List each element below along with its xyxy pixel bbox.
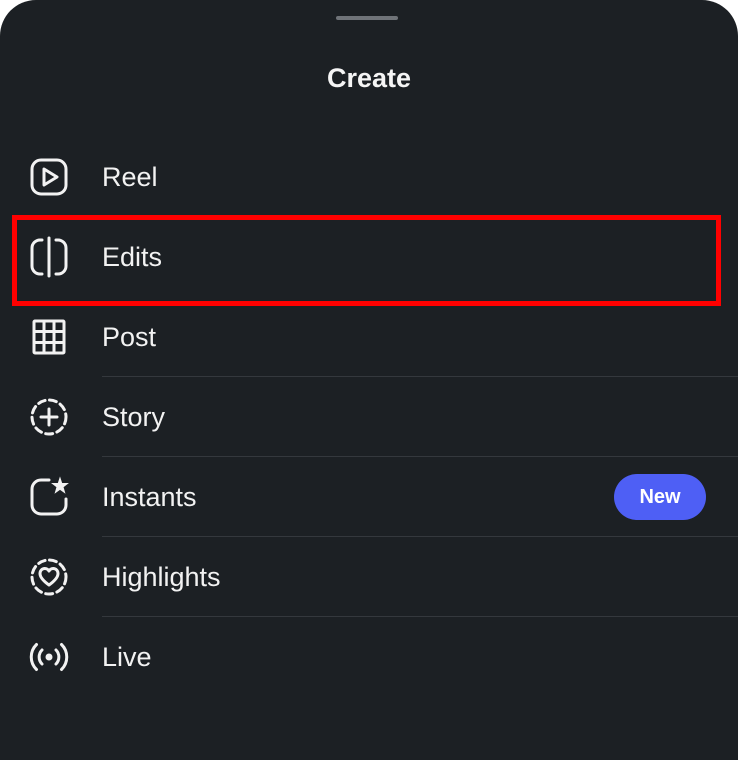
instants-icon	[27, 475, 71, 519]
menu-item-edits[interactable]: Edits	[0, 217, 738, 297]
menu-item-label: Live	[102, 642, 152, 672]
menu-item-post[interactable]: Post	[0, 297, 738, 377]
create-sheet: Create Reel Edits Post Story Instants Ne…	[0, 0, 738, 760]
menu-item-label: Edits	[102, 242, 163, 272]
sheet-title: Create	[326, 63, 412, 93]
menu-item-highlights[interactable]: Highlights	[0, 537, 738, 617]
reel-icon	[27, 155, 71, 199]
sheet-grabber-handle[interactable]	[336, 16, 398, 20]
create-menu: Reel Edits Post Story Instants New Highl…	[0, 137, 738, 697]
menu-item-label: Reel	[102, 162, 158, 192]
new-badge: New	[614, 474, 706, 520]
menu-item-instants[interactable]: Instants New	[0, 457, 738, 537]
menu-item-label: Instants	[102, 482, 197, 512]
menu-item-reel[interactable]: Reel	[0, 137, 738, 217]
story-add-icon	[27, 395, 71, 439]
menu-item-label: Post	[102, 322, 157, 352]
menu-item-story[interactable]: Story	[0, 377, 738, 457]
menu-item-label: Story	[102, 402, 166, 432]
live-broadcast-icon	[27, 635, 71, 679]
grid-icon	[27, 315, 71, 359]
edits-icon	[27, 235, 71, 279]
menu-item-label: Highlights	[102, 562, 221, 592]
menu-item-live[interactable]: Live	[0, 617, 738, 697]
highlights-heart-icon	[27, 555, 71, 599]
